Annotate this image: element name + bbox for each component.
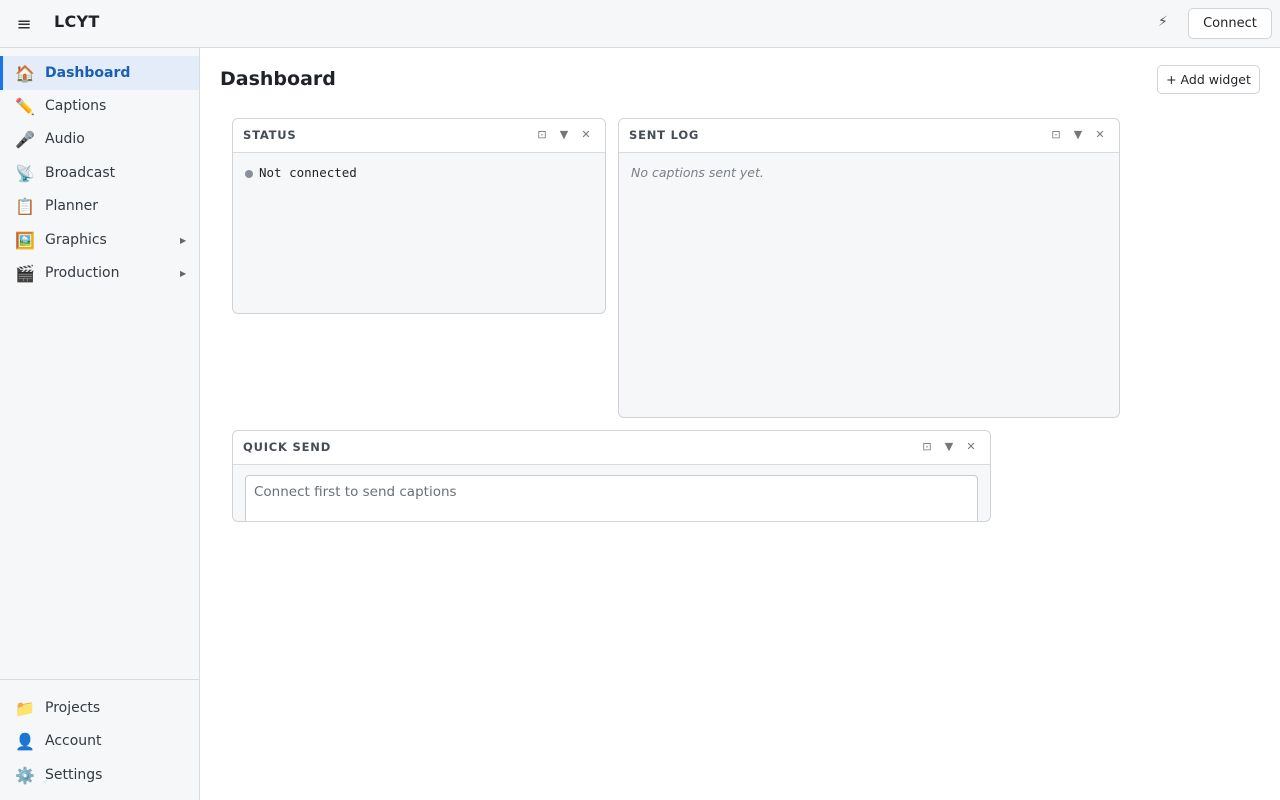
close-icon[interactable]: ✕	[1093, 128, 1107, 141]
sidebar-item-label: Settings	[45, 767, 103, 783]
clipboard-icon: 📋	[15, 196, 35, 216]
sent-log-empty-message: No captions sent yet.	[631, 165, 764, 180]
sidebar: 🏠 Dashboard ✏️ Captions 🎤 Audio 📡 Broadc…	[0, 48, 200, 800]
pencil-icon: ✏️	[15, 96, 35, 116]
satellite-icon: 📡	[15, 163, 35, 183]
sidebar-item-graphics[interactable]: 🖼️ Graphics ▶	[0, 223, 199, 257]
status-dot-icon	[245, 170, 253, 178]
quick-send-widget: QUICK SEND ⊡ ▼ ✕	[232, 430, 991, 522]
sidebar-item-dashboard[interactable]: 🏠 Dashboard	[0, 56, 199, 90]
top-bar: ≡ LCYT ⚡ Connect	[0, 0, 1280, 48]
sidebar-item-label: Planner	[45, 198, 99, 214]
picture-icon: 🖼️	[15, 230, 35, 250]
add-widget-button[interactable]: + Add widget	[1157, 65, 1260, 94]
clapperboard-icon: 🎬	[15, 263, 35, 283]
expand-arrow-icon[interactable]: ▶	[180, 269, 186, 278]
widget-title: SENT LOG	[629, 128, 700, 142]
sent-log-widget: SENT LOG ⊡ ▼ ✕ No captions sent yet.	[618, 118, 1120, 418]
widget-header[interactable]: QUICK SEND ⊡ ▼ ✕	[233, 431, 990, 465]
menu-icon[interactable]: ≡	[14, 13, 34, 35]
close-icon[interactable]: ✕	[964, 440, 978, 453]
connection-status: Not connected	[259, 165, 357, 180]
sidebar-item-captions[interactable]: ✏️ Captions	[0, 89, 199, 123]
close-icon[interactable]: ✕	[579, 128, 593, 141]
sidebar-item-label: Audio	[45, 131, 85, 147]
sidebar-item-projects[interactable]: 📁 Projects	[0, 691, 199, 725]
user-icon: 👤	[15, 731, 35, 751]
status-widget: STATUS ⊡ ▼ ✕ Not connected	[232, 118, 606, 314]
collapse-icon[interactable]: ▼	[557, 128, 571, 141]
expand-arrow-icon[interactable]: ▶	[180, 236, 186, 245]
sidebar-divider	[0, 679, 199, 680]
connect-button[interactable]: Connect	[1188, 8, 1272, 39]
sidebar-item-label: Dashboard	[45, 65, 131, 81]
app-title: LCYT	[54, 12, 100, 31]
sidebar-item-label: Graphics	[45, 232, 107, 248]
quick-send-input[interactable]	[245, 475, 978, 521]
widget-header[interactable]: SENT LOG ⊡ ▼ ✕	[619, 119, 1119, 153]
gear-icon: ⚙️	[15, 765, 35, 785]
widget-header[interactable]: STATUS ⊡ ▼ ✕	[233, 119, 605, 153]
minimize-icon[interactable]: ⊡	[920, 440, 934, 453]
minimize-icon[interactable]: ⊡	[1049, 128, 1063, 141]
sidebar-item-broadcast[interactable]: 📡 Broadcast	[0, 156, 199, 190]
sidebar-item-production[interactable]: 🎬 Production ▶	[0, 256, 199, 290]
home-icon: 🏠	[15, 63, 35, 83]
collapse-icon[interactable]: ▼	[942, 440, 956, 453]
lightning-icon[interactable]: ⚡	[1158, 14, 1168, 30]
microphone-icon: 🎤	[15, 129, 35, 149]
collapse-icon[interactable]: ▼	[1071, 128, 1085, 141]
sidebar-item-settings[interactable]: ⚙️ Settings	[0, 758, 199, 792]
sidebar-item-label: Account	[45, 733, 102, 749]
sidebar-item-label: Captions	[45, 98, 107, 114]
page-title: Dashboard	[220, 68, 336, 90]
sidebar-item-account[interactable]: 👤 Account	[0, 724, 199, 758]
widget-title: QUICK SEND	[243, 440, 332, 454]
folder-icon: 📁	[15, 698, 35, 718]
sidebar-item-label: Production	[45, 265, 120, 281]
sidebar-item-audio[interactable]: 🎤 Audio	[0, 122, 199, 156]
sidebar-item-planner[interactable]: 📋 Planner	[0, 189, 199, 223]
sidebar-item-label: Broadcast	[45, 165, 116, 181]
widget-title: STATUS	[243, 128, 297, 142]
minimize-icon[interactable]: ⊡	[535, 128, 549, 141]
sidebar-item-label: Projects	[45, 700, 101, 716]
